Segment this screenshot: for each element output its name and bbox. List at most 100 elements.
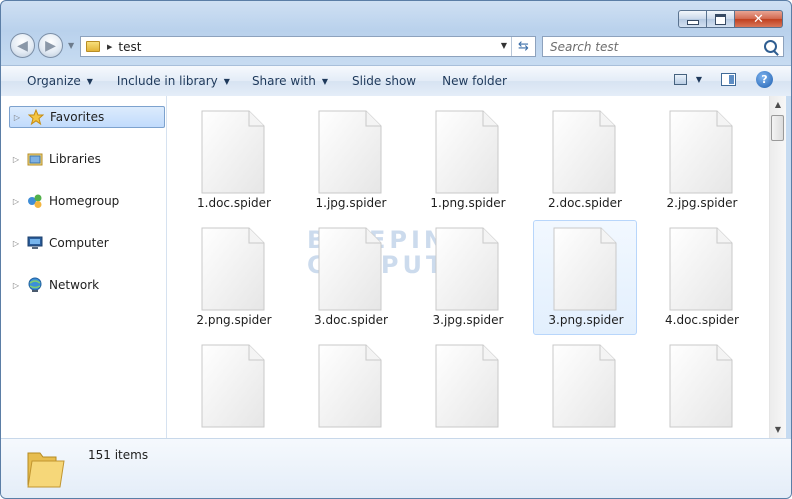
- file-name: 3.doc.spider: [314, 313, 388, 327]
- recent-pages-dropdown[interactable]: ▼: [68, 41, 74, 50]
- toolbar-right: ▼ ?: [673, 71, 773, 88]
- back-button[interactable]: ◀: [10, 33, 35, 58]
- preview-pane-icon[interactable]: [721, 73, 736, 86]
- vertical-scrollbar[interactable]: ▲ ▼: [769, 96, 786, 438]
- minimize-button[interactable]: [678, 10, 707, 28]
- file-item[interactable]: 1.jpg.spider: [299, 104, 403, 219]
- nav-item-favorites[interactable]: ▷ Favorites: [9, 106, 165, 128]
- nav-item-libraries[interactable]: ▷ Libraries: [9, 148, 101, 170]
- share-with-label: Share with: [251, 74, 316, 88]
- file-item[interactable]: 2.doc.spider: [533, 104, 637, 219]
- new-folder-label: New folder: [442, 74, 507, 88]
- maximize-button[interactable]: [707, 10, 735, 28]
- blank-document-icon: [318, 110, 382, 194]
- file-name: 4.doc.spider: [665, 313, 739, 327]
- organize-label: Organize: [27, 74, 81, 88]
- blank-document-icon: [553, 227, 617, 311]
- nav-label-favorites: Favorites: [50, 110, 105, 124]
- search-box[interactable]: [542, 36, 784, 57]
- refresh-icon: ⇆: [518, 39, 529, 54]
- file-name: 1.doc.spider: [197, 196, 271, 210]
- forward-button[interactable]: ▶: [38, 33, 63, 58]
- explorer-window: ✕ ◀ ▶ ▼ ▶ test ▼ ⇆ Organize ▼ Include in …: [0, 0, 792, 499]
- search-input[interactable]: [550, 38, 760, 55]
- file-name: 1.png.spider: [430, 196, 506, 210]
- nav-label-network: Network: [49, 278, 100, 292]
- homegroup-icon: [27, 193, 43, 209]
- file-item[interactable]: [182, 338, 286, 438]
- expand-arrow-icon[interactable]: ▷: [12, 113, 22, 122]
- blank-document-icon: [669, 110, 733, 194]
- file-item[interactable]: [650, 338, 754, 438]
- scroll-down-arrow-icon[interactable]: ▼: [770, 421, 786, 438]
- new-folder-button[interactable]: New folder: [434, 70, 515, 93]
- blank-document-icon: [435, 110, 499, 194]
- nav-item-homegroup[interactable]: ▷ Homegroup: [9, 190, 119, 212]
- search-icon[interactable]: [764, 40, 777, 53]
- slide-show-button[interactable]: Slide show: [344, 70, 424, 93]
- expand-arrow-icon[interactable]: ▷: [11, 281, 21, 290]
- expand-arrow-icon[interactable]: ▷: [11, 197, 21, 206]
- slide-show-label: Slide show: [352, 74, 417, 88]
- navigation-pane: ▷ Favorites ▷ Libraries ▷ Homegroup ▷ Co…: [1, 96, 167, 438]
- share-with-button[interactable]: Share with ▼: [244, 70, 336, 93]
- change-view-icon[interactable]: [673, 74, 687, 85]
- details-pane: 151 items: [1, 438, 791, 498]
- file-item[interactable]: [416, 338, 520, 438]
- blank-document-icon: [201, 110, 265, 194]
- scroll-up-arrow-icon[interactable]: ▲: [770, 96, 786, 113]
- blank-document-icon: [435, 227, 499, 311]
- refresh-button[interactable]: ⇆: [511, 37, 535, 56]
- file-item[interactable]: 1.png.spider: [416, 104, 520, 219]
- file-list: BLEEPING COMPUTER 1.doc.spider 1.jpg.spi…: [167, 96, 769, 438]
- organize-button[interactable]: Organize ▼: [19, 70, 101, 93]
- help-icon[interactable]: ?: [756, 71, 773, 88]
- blank-document-icon: [669, 227, 733, 311]
- breadcrumb-test[interactable]: test: [118, 40, 141, 54]
- address-dropdown-icon[interactable]: ▼: [501, 41, 507, 50]
- blank-document-icon: [318, 227, 382, 311]
- file-name: 2.doc.spider: [548, 196, 622, 210]
- file-item-selected[interactable]: 3.png.spider: [533, 220, 637, 335]
- view-options-dropdown-icon[interactable]: ▼: [696, 75, 702, 84]
- blank-document-icon: [552, 344, 616, 428]
- file-name: 2.png.spider: [196, 313, 272, 327]
- blank-document-icon: [201, 344, 265, 428]
- expand-arrow-icon[interactable]: ▷: [11, 155, 21, 164]
- blank-document-icon: [552, 110, 616, 194]
- blank-document-icon: [201, 227, 265, 311]
- command-bar: Organize ▼ Include in library ▼ Share with…: [1, 65, 791, 96]
- nav-label-homegroup: Homegroup: [49, 194, 120, 208]
- breadcrumb-arrow-icon[interactable]: ▶: [107, 43, 112, 51]
- star-icon: [28, 109, 44, 125]
- network-icon: [27, 277, 43, 293]
- file-item[interactable]: 3.doc.spider: [299, 221, 403, 336]
- address-bar[interactable]: ▶ test ▼ ⇆: [80, 36, 536, 57]
- nav-item-network[interactable]: ▷ Network: [9, 274, 99, 296]
- item-count: 151 items: [88, 448, 149, 462]
- file-item[interactable]: 2.png.spider: [182, 221, 286, 336]
- nav-label-computer: Computer: [49, 236, 109, 250]
- libraries-icon: [27, 151, 43, 167]
- file-name: 3.jpg.spider: [432, 313, 504, 327]
- blank-document-icon: [435, 344, 499, 428]
- nav-label-libraries: Libraries: [49, 152, 101, 166]
- file-item[interactable]: [299, 338, 403, 438]
- chevron-down-icon: ▼: [321, 76, 328, 86]
- minimize-icon: [686, 19, 699, 25]
- scrollbar-thumb[interactable]: [771, 115, 784, 141]
- chevron-down-icon: ▼: [223, 76, 230, 86]
- file-item[interactable]: [533, 338, 637, 438]
- expand-arrow-icon[interactable]: ▷: [11, 239, 21, 248]
- file-item[interactable]: 2.jpg.spider: [650, 104, 754, 219]
- nav-item-computer[interactable]: ▷ Computer: [9, 232, 109, 254]
- include-in-library-label: Include in library: [116, 74, 218, 88]
- file-name: 2.jpg.spider: [666, 196, 738, 210]
- close-icon: ✕: [753, 11, 764, 27]
- file-name: 1.jpg.spider: [315, 196, 387, 210]
- include-in-library-button[interactable]: Include in library ▼: [109, 70, 238, 93]
- file-item[interactable]: 3.jpg.spider: [416, 221, 520, 336]
- close-button[interactable]: ✕: [735, 10, 783, 28]
- file-item[interactable]: 4.doc.spider: [650, 221, 754, 336]
- file-item[interactable]: 1.doc.spider: [182, 104, 286, 219]
